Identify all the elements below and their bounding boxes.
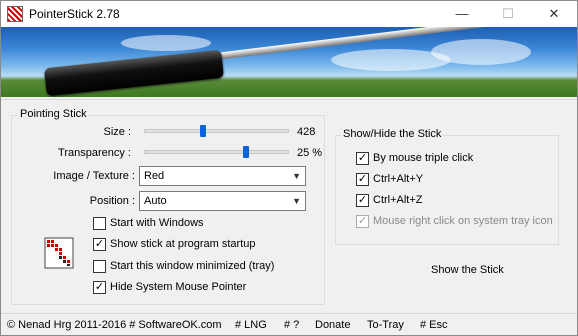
window-title: PointerStick 2.78 [29, 7, 120, 21]
hide-mouse-pointer-label[interactable]: Hide System Mouse Pointer [110, 281, 246, 293]
position-label: Position : [89, 195, 135, 207]
chevron-down-icon: ▼ [292, 171, 301, 181]
triple-click-label[interactable]: By mouse triple click [373, 152, 473, 164]
banner-image [1, 27, 577, 97]
divider [1, 99, 577, 100]
ctrl-alt-y-label[interactable]: Ctrl+Alt+Y [373, 173, 423, 185]
start-minimized-label[interactable]: Start this window minimized (tray) [110, 260, 274, 272]
show-stick-startup-checkbox[interactable]: ✓ [93, 238, 106, 251]
start-minimized-checkbox[interactable] [93, 260, 106, 273]
size-slider-track[interactable] [144, 129, 289, 133]
help-button[interactable]: # ? [284, 319, 299, 331]
tray-right-click-checkbox: ✓ [356, 215, 369, 228]
hide-mouse-pointer-checkbox[interactable]: ✓ [93, 281, 106, 294]
start-with-windows-label[interactable]: Start with Windows [110, 217, 204, 229]
pointing-stick-group-title: Pointing Stick [18, 108, 89, 120]
image-texture-value: Red [144, 170, 165, 182]
chevron-down-icon: ▼ [292, 196, 301, 206]
position-value: Auto [144, 195, 167, 207]
donate-button[interactable]: Donate [315, 319, 350, 331]
image-texture-label: Image / Texture : [53, 170, 135, 182]
app-icon [7, 6, 23, 22]
title-bar[interactable]: PointerStick 2.78 — ☐ ✕ [1, 1, 577, 27]
position-select[interactable]: Auto ▼ [139, 191, 306, 211]
size-slider-thumb[interactable] [200, 125, 207, 137]
tray-right-click-label: Mouse right click on system tray icon [373, 215, 553, 227]
size-value: 428 [297, 126, 316, 138]
minimize-button[interactable]: — [439, 1, 485, 27]
transparency-label: Transparency : [58, 147, 131, 159]
size-label: Size : [103, 126, 131, 138]
esc-button[interactable]: # Esc [420, 319, 448, 331]
to-tray-button[interactable]: To-Tray [367, 319, 404, 331]
show-stick-button[interactable]: Show the Stick [431, 264, 504, 276]
transparency-slider-thumb[interactable] [242, 146, 249, 158]
ctrl-alt-z-checkbox[interactable]: ✓ [356, 194, 369, 207]
app-window: PointerStick 2.78 — ☐ ✕ Pointing Stick S… [0, 0, 578, 336]
image-texture-select[interactable]: Red ▼ [139, 166, 306, 186]
maximize-button[interactable]: ☐ [485, 1, 531, 27]
triple-click-checkbox[interactable]: ✓ [356, 152, 369, 165]
start-with-windows-checkbox[interactable] [93, 217, 106, 230]
pointerstick-logo-icon [44, 237, 74, 269]
stick-handle [44, 49, 224, 97]
transparency-slider-track[interactable] [144, 150, 289, 154]
copyright-link[interactable]: © Nenad Hrg 2011-2016 # SoftwareOK.com [7, 319, 222, 331]
close-button[interactable]: ✕ [531, 1, 577, 27]
show-stick-startup-label[interactable]: Show stick at program startup [110, 238, 256, 250]
ctrl-alt-y-checkbox[interactable]: ✓ [356, 173, 369, 186]
show-hide-group-title: Show/Hide the Stick [341, 128, 444, 140]
language-button[interactable]: # LNG [235, 319, 267, 331]
ctrl-alt-z-label[interactable]: Ctrl+Alt+Z [373, 194, 423, 206]
transparency-value: 25 % [297, 147, 323, 159]
status-bar: © Nenad Hrg 2011-2016 # SoftwareOK.com #… [1, 313, 577, 335]
